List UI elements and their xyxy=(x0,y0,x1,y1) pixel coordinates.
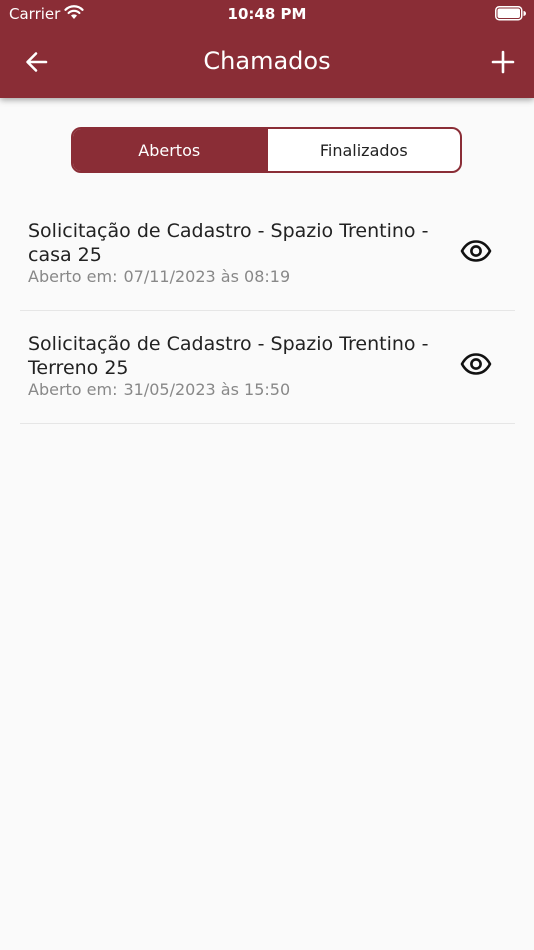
ticket-meta: Aberto em: 07/11/2023 às 08:19 xyxy=(28,267,290,286)
ticket-row[interactable]: Solicitação de Cadastro - Spazio Trentin… xyxy=(20,198,515,311)
ticket-meta: Aberto em: 31/05/2023 às 15:50 xyxy=(28,380,290,399)
ticket-list: Solicitação de Cadastro - Spazio Trentin… xyxy=(20,198,515,424)
add-icon[interactable] xyxy=(491,50,515,74)
ticket-title: Solicitação de Cadastro - Spazio Trentin… xyxy=(28,220,429,266)
app-header: Carrier 10:48 PM Chamados xyxy=(0,0,534,98)
tab-finalizados[interactable]: Finalizados xyxy=(265,129,461,171)
opened-label: Aberto em: xyxy=(28,380,118,399)
tab-abertos[interactable]: Abertos xyxy=(73,129,266,171)
ticket-row[interactable]: Solicitação de Cadastro - Spazio Trentin… xyxy=(20,311,515,424)
opened-label: Aberto em: xyxy=(28,267,118,286)
opened-date: 31/05/2023 às 15:50 xyxy=(123,380,291,399)
status-time: 10:48 PM xyxy=(227,5,307,23)
battery-icon xyxy=(495,6,526,21)
opened-date: 07/11/2023 às 08:19 xyxy=(123,267,291,286)
eye-icon[interactable] xyxy=(460,240,492,262)
status-tabs: Abertos Finalizados xyxy=(71,127,462,173)
ticket-title: Solicitação de Cadastro - Spazio Trentin… xyxy=(28,333,429,379)
status-bar: Carrier 10:48 PM xyxy=(0,0,534,28)
page-title: Chamados xyxy=(203,47,331,75)
eye-icon[interactable] xyxy=(460,353,492,375)
